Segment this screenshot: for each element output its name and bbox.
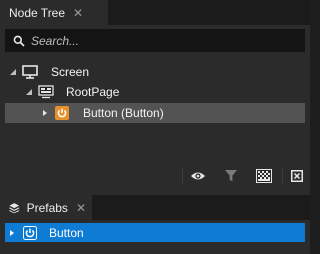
toolbar-divider (282, 167, 283, 185)
search-icon (13, 35, 25, 47)
tab-node-tree-label: Node Tree (9, 5, 66, 20)
monitor-icon (22, 65, 38, 79)
tree-item-label: Screen (51, 65, 90, 79)
tree-item-rootpage[interactable]: RootPage (5, 82, 305, 102)
close-icon[interactable]: ✕ (76, 202, 86, 214)
eye-icon (191, 172, 205, 180)
tree-item-label: Button (Button) (83, 106, 164, 120)
prefab-icon (9, 202, 20, 213)
close-icon[interactable]: ✕ (73, 7, 83, 19)
collapse-icon (291, 170, 303, 182)
tree-item-label: RootPage (66, 85, 120, 99)
checkerboard-icon (256, 169, 272, 183)
prefab-item-label: Button (49, 225, 84, 240)
search-placeholder: Search... (31, 33, 80, 48)
checkerboard-button[interactable] (251, 163, 277, 189)
expand-arrow-icon[interactable] (8, 67, 18, 77)
tab-node-tree[interactable]: Node Tree ✕ (0, 0, 108, 25)
filter-button[interactable] (218, 163, 244, 189)
prefabs-tabbar: Prefabs ✕ (0, 195, 310, 220)
collapsed-arrow-icon[interactable] (7, 228, 17, 238)
expand-arrow-icon[interactable] (24, 87, 34, 97)
node-tree-tabbar: Node Tree ✕ (0, 0, 310, 25)
tab-prefabs-label: Prefabs (26, 200, 68, 215)
power-button-icon (23, 225, 37, 240)
collapsed-arrow-icon[interactable] (40, 108, 50, 118)
filter-icon (225, 170, 237, 182)
power-button-icon (55, 106, 69, 120)
toolbar-divider (182, 167, 183, 185)
prefab-item-button[interactable]: Button (5, 223, 305, 242)
tree-item-button[interactable]: Button (Button) (5, 103, 305, 123)
collapse-button[interactable] (284, 163, 310, 189)
tree-item-screen[interactable]: Screen (5, 62, 305, 82)
page-icon (38, 85, 54, 99)
visibility-toggle-button[interactable] (185, 163, 211, 189)
search-input[interactable]: Search... (5, 29, 305, 52)
tab-prefabs[interactable]: Prefabs ✕ (0, 195, 92, 220)
